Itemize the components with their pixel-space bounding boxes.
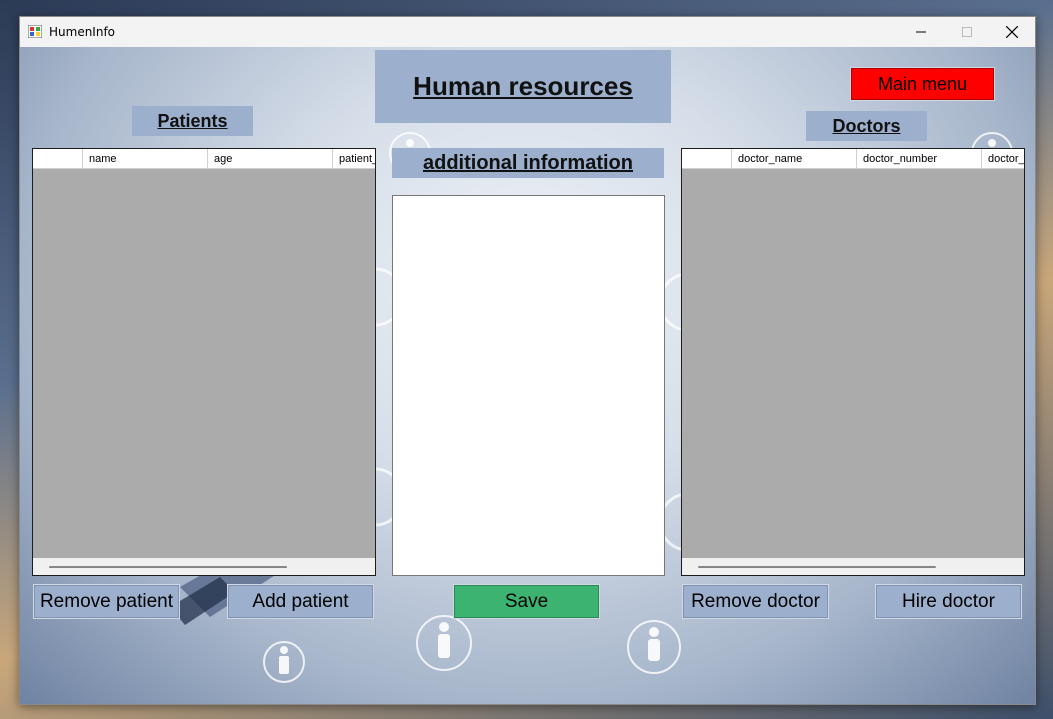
patients-row-header-column[interactable] [33, 149, 83, 168]
minimize-icon [916, 31, 926, 33]
hire-doctor-button[interactable]: Hire doctor [875, 584, 1022, 619]
patients-label: Patients [132, 106, 253, 136]
remove-patient-button[interactable]: Remove patient [33, 584, 180, 619]
close-button[interactable] [989, 17, 1035, 47]
additional-info-label: additional information [392, 148, 664, 178]
maximize-button[interactable] [944, 17, 990, 47]
form-client-area: Human resources Main menu Patients Docto… [20, 47, 1035, 704]
doctors-column-name[interactable]: doctor_name [732, 149, 857, 168]
title-bar[interactable]: HumenInfo [20, 17, 1035, 47]
doctors-grid[interactable]: doctor_name doctor_number doctor_ [681, 148, 1025, 576]
doctors-horizontal-scrollbar[interactable] [682, 558, 1024, 575]
patients-column-age[interactable]: age [208, 149, 333, 168]
remove-doctor-button[interactable]: Remove doctor [682, 584, 829, 619]
page-title: Human resources [375, 50, 671, 123]
save-button[interactable]: Save [453, 584, 600, 619]
close-icon [1006, 26, 1018, 38]
add-patient-button[interactable]: Add patient [227, 584, 374, 619]
patients-grid-header: name age patient_ [33, 149, 375, 169]
window-title: HumenInfo [49, 25, 116, 39]
doctors-column-number[interactable]: doctor_number [857, 149, 982, 168]
minimize-button[interactable] [898, 17, 944, 47]
doctors-column-doctor[interactable]: doctor_ [982, 149, 1024, 168]
scrollbar-thumb[interactable] [49, 566, 287, 568]
patients-grid[interactable]: name age patient_ [32, 148, 376, 576]
patients-column-name[interactable]: name [83, 149, 208, 168]
doctors-row-header-column[interactable] [682, 149, 732, 168]
scrollbar-thumb[interactable] [698, 566, 936, 568]
doctors-grid-header: doctor_name doctor_number doctor_ [682, 149, 1024, 169]
maximize-icon [962, 27, 972, 37]
main-menu-button[interactable]: Main menu [850, 67, 995, 101]
patients-horizontal-scrollbar[interactable] [33, 558, 375, 575]
app-icon [28, 25, 42, 38]
app-window: HumenInfo Human resources Main menu Pati… [19, 16, 1036, 705]
additional-info-textbox[interactable] [392, 195, 665, 576]
patients-column-patient[interactable]: patient_ [333, 149, 375, 168]
doctors-label: Doctors [806, 111, 927, 141]
